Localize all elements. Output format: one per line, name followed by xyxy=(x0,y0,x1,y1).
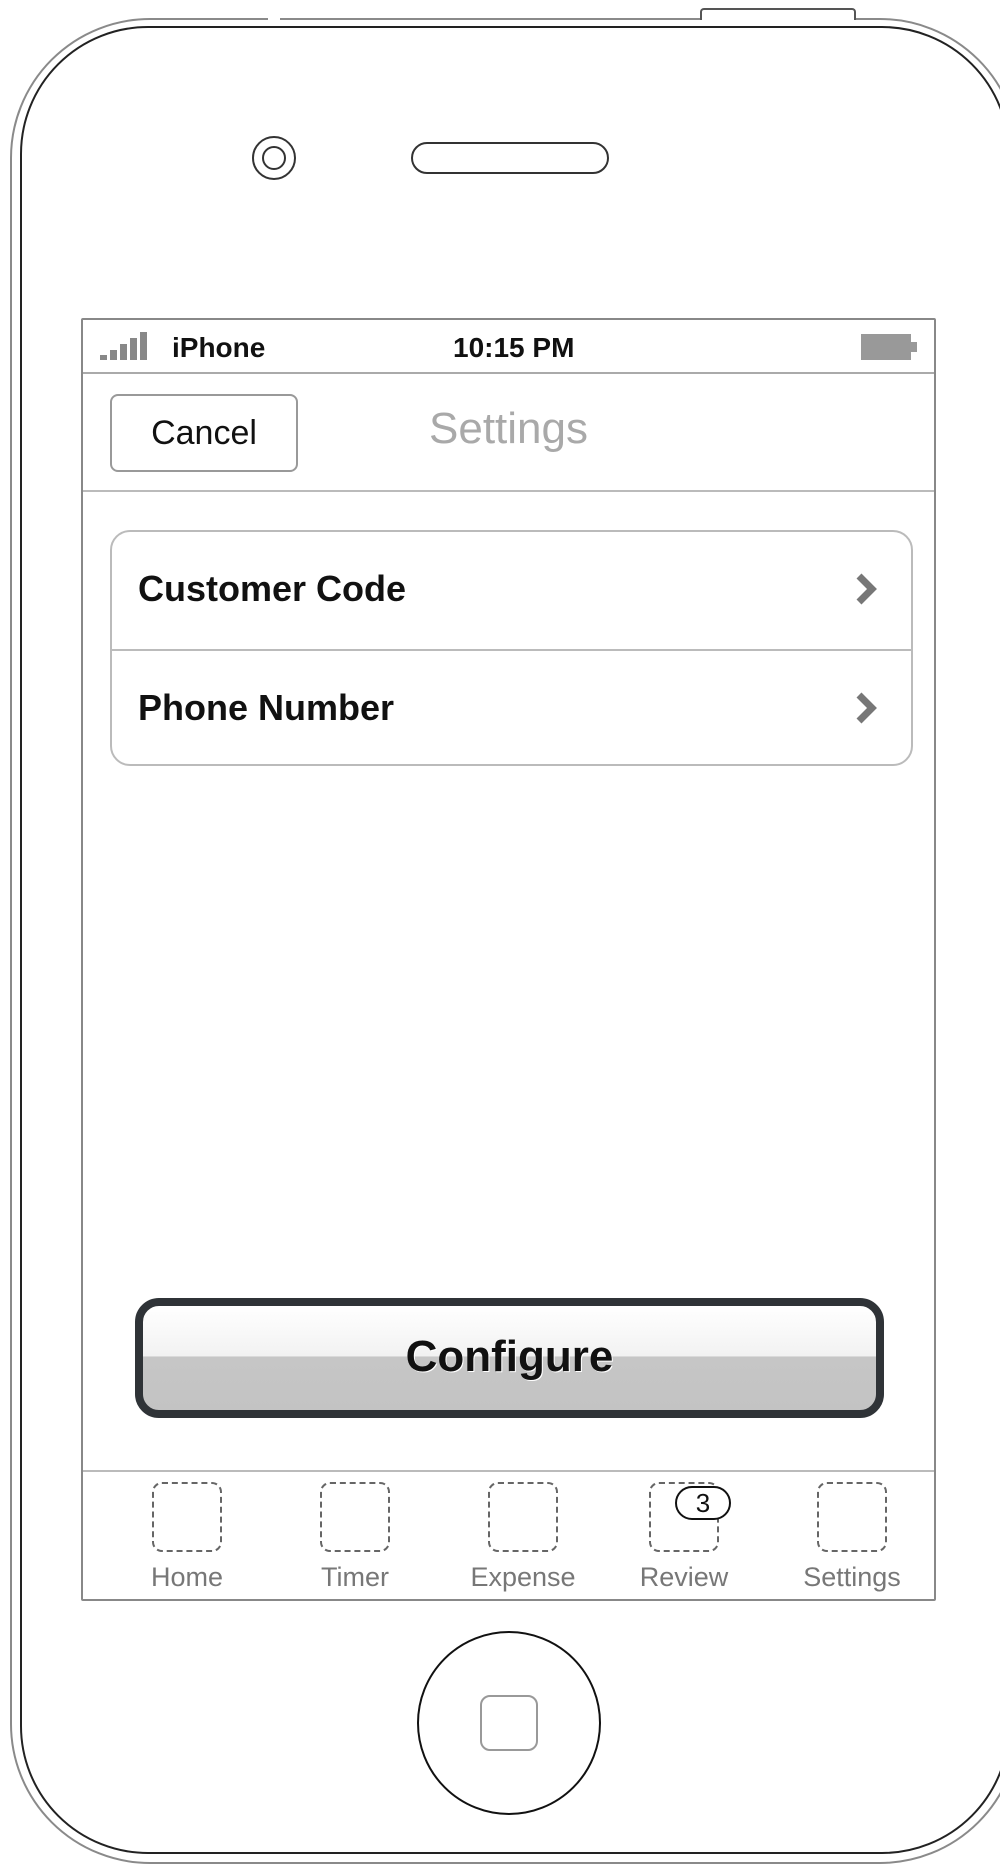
tab-placeholder-icon xyxy=(320,1482,390,1552)
screen: iPhone 10:15 PM Cancel Settings Customer… xyxy=(81,318,936,1601)
list-item-phone-number[interactable]: Phone Number xyxy=(112,649,911,764)
tab-placeholder-icon xyxy=(152,1482,222,1552)
tab-placeholder-icon xyxy=(488,1482,558,1552)
tab-label: Timer xyxy=(321,1562,389,1592)
review-badge: 3 xyxy=(675,1486,731,1520)
tab-home[interactable]: Home xyxy=(110,1472,250,1599)
tab-label: Home xyxy=(150,1562,224,1592)
signal-strength-icon xyxy=(100,332,152,360)
battery-icon xyxy=(861,334,917,360)
tab-timer[interactable]: Timer xyxy=(278,1472,418,1599)
carrier-name: iPhone xyxy=(172,332,266,363)
chevron-right-icon xyxy=(856,692,877,724)
tab-bar: Home Timer Expense Review Settings 3 xyxy=(83,1470,934,1599)
navigation-bar: Cancel Settings xyxy=(83,374,934,492)
list-item-label: Phone Number xyxy=(138,687,395,728)
configure-button-label: Configure xyxy=(405,1332,614,1381)
tab-label: Expense xyxy=(470,1562,576,1592)
tab-label: Review xyxy=(639,1562,729,1592)
page-title: Settings xyxy=(429,404,588,453)
configure-button[interactable]: Configure xyxy=(135,1298,884,1418)
tab-label: Settings xyxy=(803,1562,901,1592)
tab-settings[interactable]: Settings xyxy=(775,1472,915,1599)
tab-expense[interactable]: Expense xyxy=(446,1472,586,1599)
settings-list: Customer Code Phone Number xyxy=(110,530,913,766)
chevron-right-icon xyxy=(856,573,877,605)
sleep-button xyxy=(700,8,856,20)
list-item-label: Customer Code xyxy=(138,568,407,609)
status-bar: iPhone 10:15 PM xyxy=(83,320,934,374)
list-item-customer-code[interactable]: Customer Code xyxy=(112,532,911,649)
frame-notch xyxy=(268,14,280,26)
home-button[interactable] xyxy=(417,1631,601,1815)
earpiece-speaker xyxy=(411,142,609,174)
tab-placeholder-icon xyxy=(817,1482,887,1552)
front-camera xyxy=(252,136,296,180)
status-time: 10:15 PM xyxy=(453,332,575,363)
